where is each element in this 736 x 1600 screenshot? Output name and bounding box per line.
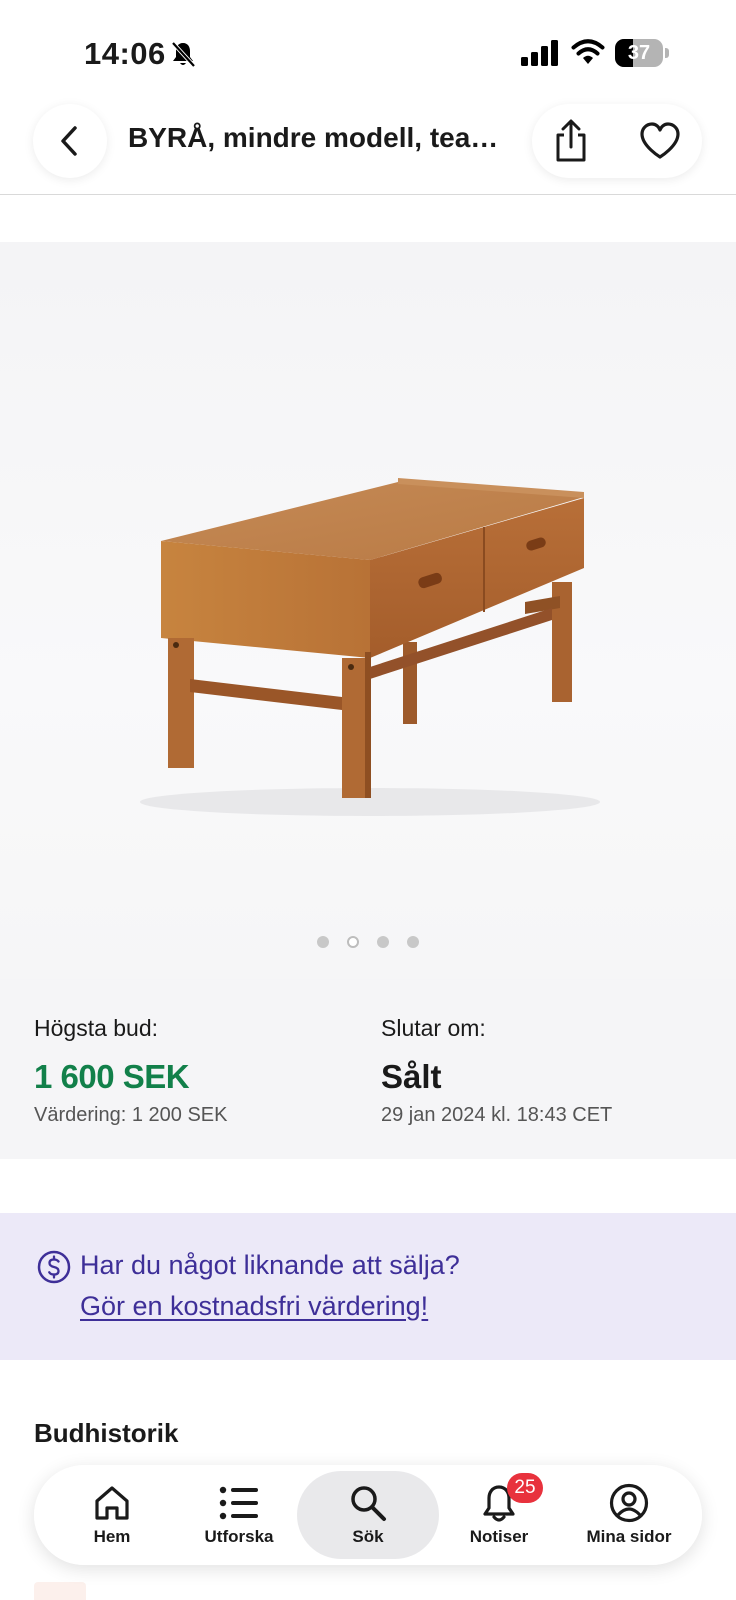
battery-level: 37 xyxy=(627,42,651,64)
gallery-dot[interactable] xyxy=(377,936,389,948)
product-image xyxy=(140,478,600,816)
signal-icon xyxy=(521,40,558,66)
nav-label-explore: Utforska xyxy=(204,1527,274,1546)
nav-item-explore[interactable]: Utforska xyxy=(184,1465,294,1565)
image-gallery[interactable] xyxy=(0,242,736,979)
nav-item-my-pages[interactable]: Mina sidor xyxy=(569,1465,689,1565)
free-valuation-link[interactable]: Gör en kostnadsfri värdering! xyxy=(80,1291,428,1322)
chevron-left-icon xyxy=(61,126,77,156)
header-actions xyxy=(532,104,702,178)
sold-status: Sålt xyxy=(381,1058,442,1095)
bid-info-panel: Högsta bud: 1 600 SEK Värdering: 1 200 S… xyxy=(0,979,736,1159)
dollar-circle-icon xyxy=(37,1250,71,1284)
page-title: BYRÅ, mindre modell, teak... xyxy=(128,122,508,153)
home-icon xyxy=(95,1486,129,1520)
bid-history-title: Budhistorik xyxy=(34,1418,179,1448)
search-icon xyxy=(351,1486,386,1521)
sell-question: Har du något liknande att sälja? xyxy=(80,1250,460,1280)
highest-bid-amount: 1 600 SEK xyxy=(34,1058,190,1095)
bottom-nav: Hem Utforska Sök Notiser 25 Mina sidor xyxy=(34,1465,702,1565)
user-circle-icon xyxy=(609,1483,649,1523)
gallery-dots xyxy=(0,936,736,952)
wifi-icon xyxy=(571,39,605,64)
notification-badge: 25 xyxy=(507,1473,543,1503)
bid-history-row xyxy=(0,1578,736,1600)
heart-icon xyxy=(640,122,680,159)
nav-label-my-pages: Mina sidor xyxy=(586,1527,672,1546)
ends-section: Slutar om: Sålt 29 jan 2024 kl. 18:43 CE… xyxy=(381,1015,612,1127)
nav-item-search[interactable]: Sök xyxy=(297,1471,439,1559)
nav-label-notifications: Notiser xyxy=(469,1527,529,1546)
gallery-dot[interactable] xyxy=(407,936,419,948)
gallery-dot-active[interactable] xyxy=(347,936,359,948)
share-button[interactable] xyxy=(546,116,596,166)
list-icon xyxy=(219,1486,258,1520)
status-bar: 14:06 37 xyxy=(0,0,736,100)
nav-item-home[interactable]: Hem xyxy=(62,1465,162,1565)
end-time: 29 jan 2024 kl. 18:43 CET xyxy=(381,1104,613,1126)
gallery-dot[interactable] xyxy=(317,936,329,948)
favorite-button[interactable] xyxy=(635,116,685,166)
back-button[interactable] xyxy=(33,104,107,178)
highest-bid-section: Högsta bud: 1 600 SEK Värdering: 1 200 S… xyxy=(34,1015,227,1127)
highest-bid-label: Högsta bud: xyxy=(34,1015,159,1041)
nav-item-notifications[interactable]: Notiser 25 xyxy=(444,1465,554,1565)
nav-label-home: Hem xyxy=(93,1527,131,1546)
ends-label: Slutar om: xyxy=(381,1015,486,1041)
bell-muted-icon xyxy=(171,41,196,68)
sell-banner: Har du något liknande att sälja? Gör en … xyxy=(0,1213,736,1360)
battery-icon: 37 xyxy=(615,39,669,67)
nav-label-search: Sök xyxy=(352,1527,384,1546)
header: BYRÅ, mindre modell, teak... xyxy=(0,100,736,195)
valuation-text: Värdering: 1 200 SEK xyxy=(34,1104,228,1126)
share-icon xyxy=(556,119,586,162)
status-time: 14:06 xyxy=(84,36,166,71)
